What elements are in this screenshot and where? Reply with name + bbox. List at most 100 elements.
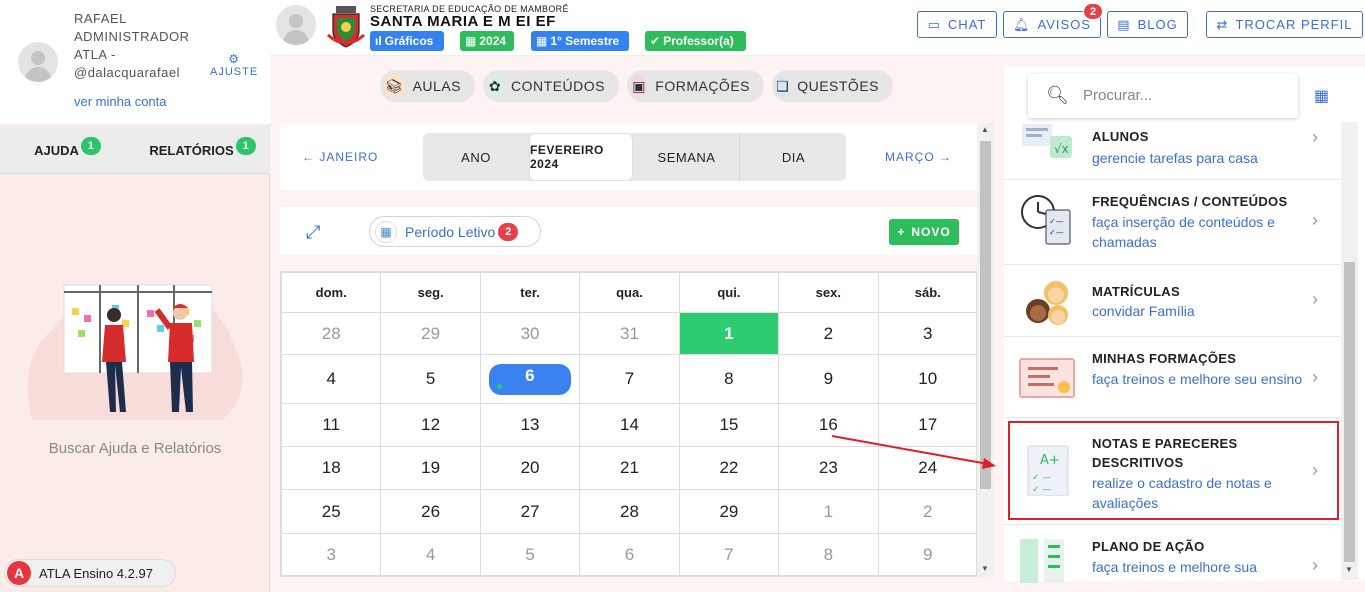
calendar-day[interactable]: 28 [579, 489, 680, 534]
calendar-day[interactable]: 14 [579, 403, 680, 447]
calendar-icon: ▦ [465, 34, 477, 48]
calendar-day[interactable]: 30 [479, 312, 581, 355]
menu-item-frequencias[interactable]: ✓— ✓— FREQUÊNCIAS / CONTEÚDOS faça inserç… [1004, 180, 1340, 265]
selected-day[interactable]: 6 [488, 364, 571, 395]
blog-button[interactable]: ▤ BLOG [1107, 11, 1188, 38]
annotation-arrow [831, 435, 996, 469]
calendar-day[interactable]: 25 [280, 489, 382, 534]
calendar-day[interactable]: 31 [579, 312, 680, 355]
calendar-day[interactable]: 29 [678, 489, 780, 534]
calendar-day[interactable]: 19 [380, 446, 481, 490]
graficos-pill[interactable]: ıl Gráficos [370, 31, 444, 51]
tab-formacoes[interactable]: ▣ FORMAÇÕES [627, 70, 764, 102]
header-avatar[interactable] [276, 5, 316, 45]
tab-conteudos[interactable]: ✿ CONTEÚDOS [483, 70, 619, 102]
calendar-day[interactable]: 5 [380, 354, 481, 404]
chevron-right-icon: › [1312, 555, 1318, 575]
calendar-day[interactable]: 3 [877, 312, 979, 355]
formacoes-icon: ▣ [631, 74, 648, 98]
calendar-day[interactable]: 2 [877, 489, 979, 534]
user-avatar[interactable] [18, 42, 58, 82]
calendar-day[interactable]: 7 [579, 354, 680, 404]
calendar-day[interactable]: 7 [678, 533, 780, 576]
certificate-icon [1019, 358, 1075, 398]
calendar-day[interactable]: 3 [280, 533, 382, 576]
calendar-day[interactable]: 10 [877, 354, 979, 404]
prev-month-button[interactable]: ← JANEIRO [302, 150, 378, 164]
calendar-day[interactable]: 8 [778, 533, 879, 576]
calendar-day[interactable]: 9 [877, 533, 979, 576]
tab-ajuda[interactable]: AJUDA 1 [0, 126, 135, 174]
svg-text:√x: √x [1054, 142, 1069, 156]
calendar-day[interactable]: 15 [678, 403, 780, 447]
year-pill[interactable]: ▦ 2024 [460, 31, 514, 51]
gear-icon: ⚙ [228, 52, 240, 66]
calendar-day[interactable]: 8 [678, 354, 780, 404]
bell-icon: 🔔︎ [1013, 16, 1031, 32]
calendar-day[interactable]: 1 [778, 489, 879, 534]
chevron-right-icon: › [1312, 289, 1318, 309]
periodo-letivo-button[interactable]: ▦ Período Letivo 2 [369, 216, 541, 247]
profile-pill[interactable]: ✔ Professor(a) [645, 31, 746, 51]
sidebar-tabs: AJUDA 1 RELATÓRIOS 1 [0, 126, 270, 174]
trocar-perfil-button[interactable]: ⇄ TROCAR PERFIL [1206, 11, 1363, 38]
tab-relatorios[interactable]: RELATÓRIOS 1 [135, 126, 270, 174]
settings-button[interactable]: ⚙ AJUSTE [210, 52, 258, 78]
calendar-scrollbar[interactable]: ▲ ▼ [977, 123, 994, 577]
grid-view-icon[interactable]: ▦ [1314, 86, 1329, 106]
tab-questoes[interactable]: ❑ QUESTÕES [772, 70, 893, 102]
calendar-day[interactable]: 28 [280, 312, 382, 355]
version-badge[interactable]: A ATLA Ensino 4.2.97 [4, 559, 176, 587]
search-input[interactable]: Procurar... [1083, 87, 1152, 104]
account-link[interactable]: ver minha conta [74, 94, 167, 109]
calendar-day[interactable]: 20 [479, 446, 581, 490]
next-month-button[interactable]: MARÇO → [885, 150, 952, 164]
calendar-day[interactable]: 21 [579, 446, 680, 490]
calendar-day[interactable]: 12 [380, 403, 481, 447]
menu-item-formacoes[interactable]: MINHAS FORMAÇÕES faça treinos e melhore … [1004, 337, 1340, 418]
plan-icon [1020, 539, 1064, 583]
calendar-day[interactable]: 27 [479, 489, 581, 534]
matriculas-icon [1026, 281, 1068, 325]
calendar-day[interactable]: 6 [579, 533, 680, 576]
new-event-button[interactable]: + NOVO [889, 219, 959, 245]
day-number: 6 [525, 366, 535, 385]
calendar-day[interactable]: 2 [778, 312, 879, 355]
view-week[interactable]: SEMANA [634, 133, 740, 181]
calendar-day[interactable]: 1 [678, 312, 780, 355]
scrollbar-thumb[interactable] [1344, 262, 1355, 562]
tab-aulas[interactable]: 📚︎ AULAS [380, 70, 475, 102]
weekday-header: sex. [778, 272, 879, 313]
calendar-day[interactable]: 13 [479, 403, 581, 447]
calendar-day[interactable]: 18 [280, 446, 382, 490]
weekday-header: seg. [380, 272, 481, 313]
menu-item-matriculas[interactable]: MATRÍCULAS convidar Família › [1004, 265, 1340, 337]
calendar-week-row: 28 29 30 31 1 2 3 [280, 312, 979, 355]
calendar-day[interactable]: 4 [380, 533, 481, 576]
menu-item-plano-acao[interactable]: PLANO DE AÇÃO faça treinos e melhore sua… [1004, 525, 1340, 583]
search-box[interactable]: 🔍︎ Procurar... [1028, 74, 1298, 118]
relatorios-badge: 1 [235, 137, 256, 155]
alunos-icon: √x [1022, 124, 1072, 158]
calendar-day[interactable]: 26 [380, 489, 481, 534]
menu-item-alunos[interactable]: √x ALUNOS gerencie tarefas para casa › [1004, 122, 1340, 180]
panel-scrollbar[interactable]: ▼ [1341, 122, 1358, 580]
conteudos-icon: ✿ [487, 74, 504, 98]
calendar-day[interactable]: 22 [678, 446, 780, 490]
expand-icon[interactable]: ⤢ [306, 222, 320, 243]
view-month[interactable]: FEVEREIRO 2024 [530, 134, 632, 180]
calendar-day[interactable]: 5 [479, 533, 581, 576]
calendar-day[interactable]: 6 [479, 354, 581, 404]
view-year[interactable]: ANO [423, 133, 529, 181]
calendar-day[interactable]: 29 [380, 312, 481, 355]
weekday-header: sáb. [877, 272, 979, 313]
chat-button[interactable]: ▭ CHAT [917, 11, 997, 38]
calendar-day[interactable]: 9 [778, 354, 879, 404]
calendar-week-row: 4 5 6 7 8 9 10 [280, 354, 979, 404]
semester-pill[interactable]: ▦ 1° Semestre [531, 31, 629, 51]
calendar-day[interactable]: 4 [280, 354, 382, 404]
view-day[interactable]: DIA [741, 133, 846, 181]
calendar-day[interactable]: 11 [280, 403, 382, 447]
svg-text:✓—: ✓— [1049, 228, 1064, 237]
calendar-week-row: 25 26 27 28 29 1 2 [280, 489, 979, 534]
